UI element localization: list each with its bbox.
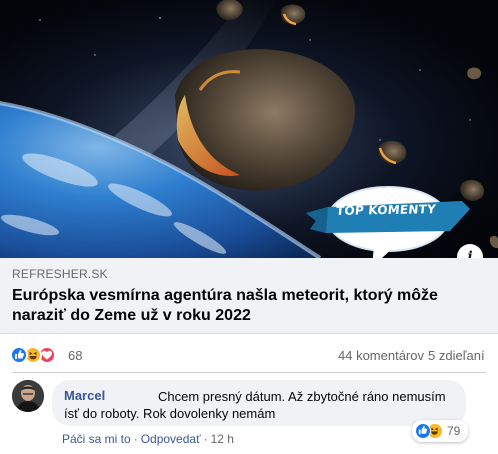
separator-dot: · <box>203 432 208 446</box>
link-headline[interactable]: Európska vesmírna agentúra našla meteori… <box>12 286 452 326</box>
like-icon <box>415 423 431 439</box>
comment-reactions[interactable]: 79 <box>412 420 468 442</box>
like-icon <box>10 346 28 364</box>
comment-text: Chcem presný dátum. Až zbytočné ráno nem… <box>64 389 446 421</box>
reply-link[interactable]: Odpovedať <box>141 432 201 446</box>
comment-count[interactable]: 44 komentárov <box>338 348 424 363</box>
comment-bubble: Marcel Chcem presný dátum. Až zbytočné r… <box>52 380 466 426</box>
article-image[interactable]: TOP KOMENTY i <box>0 0 498 258</box>
comment-actions: Páči sa mi to · Odpovedať · 12 h <box>62 432 234 446</box>
share-count[interactable]: 5 zdieľaní <box>428 348 485 363</box>
avatar[interactable] <box>12 380 44 412</box>
like-link[interactable]: Páči sa mi to <box>62 432 131 446</box>
reaction-count[interactable]: 68 <box>68 348 82 363</box>
comment-timestamp[interactable]: 12 h <box>211 432 234 446</box>
divider <box>12 372 486 373</box>
reactions-bar: 68 44 komentárov 5 zdieľaní <box>0 342 498 368</box>
separator-dot: · <box>133 432 138 446</box>
link-preview[interactable]: REFRESHER.SK Európska vesmírna agentúra … <box>0 258 498 334</box>
comment-reaction-count: 79 <box>447 424 461 438</box>
link-domain[interactable]: REFRESHER.SK <box>12 267 108 281</box>
top-comments-badge <box>306 186 470 258</box>
badge-label: TOP KOMENTY <box>335 202 437 218</box>
